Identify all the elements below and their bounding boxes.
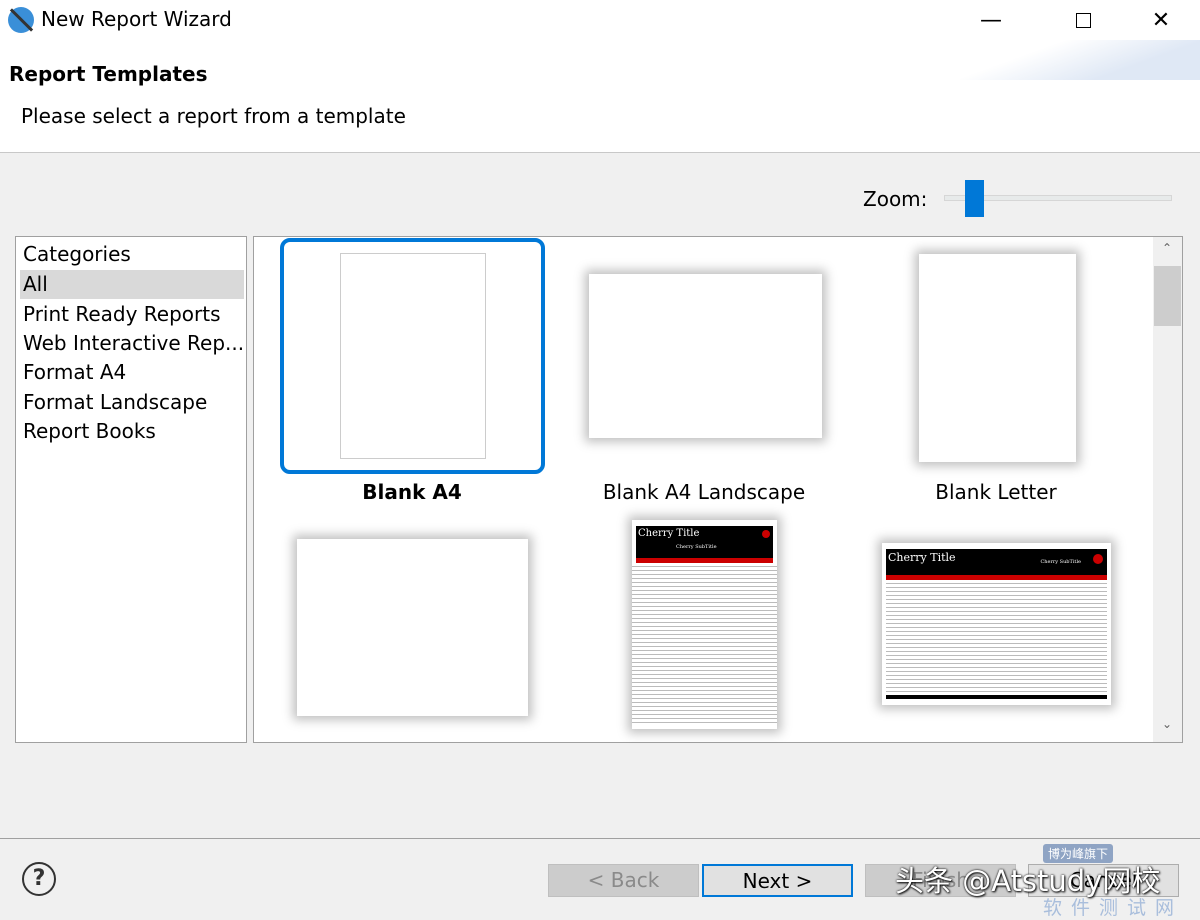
category-web-interactive[interactable]: Web Interactive Rep... (20, 329, 244, 358)
thumbnail (297, 539, 528, 716)
thumb-title: Cherry Title (888, 551, 956, 564)
categories-list: Categories All Print Ready Reports Web I… (15, 236, 247, 743)
thumb-subtitle: Cherry SubTitle (1040, 559, 1081, 565)
templates-panel: Blank A4 Blank A4 Landscape Blank Letter… (253, 236, 1183, 743)
scroll-down-icon[interactable]: ⌄ (1162, 717, 1172, 731)
thumb-subtitle: Cherry SubTitle (676, 544, 717, 550)
category-all[interactable]: All (20, 270, 244, 299)
template-label: Blank A4 (362, 480, 462, 504)
template-blank-a4[interactable]: Blank A4 (254, 237, 564, 507)
minimize-button[interactable]: — (968, 0, 1014, 40)
wizard-header: Report Templates Please select a report … (0, 40, 1200, 153)
template-blank-a4-landscape[interactable]: Blank A4 Landscape (559, 237, 849, 507)
category-format-a4[interactable]: Format A4 (20, 358, 244, 387)
app-icon (8, 7, 34, 33)
scroll-up-icon[interactable]: ⌃ (1162, 241, 1172, 255)
thumbnail: Cherry Title Cherry SubTitle (632, 520, 777, 729)
template-label: Blank A4 Landscape (602, 480, 806, 504)
thumbnail: Cherry Title Cherry SubTitle (882, 543, 1111, 705)
template-blank-letter[interactable]: Blank Letter (851, 237, 1141, 507)
template-cherry-landscape[interactable]: Cherry Title Cherry SubTitle (882, 543, 1111, 705)
vertical-scrollbar[interactable]: ⌃ ⌄ (1153, 237, 1182, 742)
categories-header: Categories (23, 242, 131, 266)
category-report-books[interactable]: Report Books (20, 417, 244, 446)
page-title: Report Templates (9, 62, 208, 86)
next-button[interactable]: Next > (702, 864, 853, 897)
template-blank-landscape-2[interactable] (267, 519, 557, 739)
template-cherry-portrait[interactable]: Cherry Title Cherry SubTitle (632, 520, 777, 729)
category-format-landscape[interactable]: Format Landscape (20, 388, 244, 417)
zoom-label: Zoom: (863, 187, 928, 211)
close-button[interactable]: ✕ (1138, 0, 1184, 40)
scroll-thumb[interactable] (1154, 266, 1181, 326)
template-label: Blank Letter (935, 480, 1057, 504)
back-button[interactable]: < Back (548, 864, 699, 897)
slider-thumb[interactable] (965, 180, 984, 217)
title-bar: New Report Wizard — ✕ (0, 0, 1200, 40)
footer-separator (0, 838, 1200, 839)
window-title: New Report Wizard (41, 7, 232, 31)
thumbnail (340, 253, 486, 459)
category-print-ready[interactable]: Print Ready Reports (20, 300, 244, 329)
watermark-subtext: 软件测试网 (1043, 897, 1184, 919)
zoom-slider[interactable] (944, 180, 1172, 217)
maximize-button[interactable] (1060, 0, 1106, 40)
thumbnail (589, 274, 822, 438)
thumb-title: Cherry Title (638, 528, 700, 539)
page-description: Please select a report from a template (21, 104, 406, 128)
help-icon[interactable]: ? (22, 862, 56, 896)
header-banner (960, 40, 1200, 80)
thumbnail (919, 254, 1076, 462)
